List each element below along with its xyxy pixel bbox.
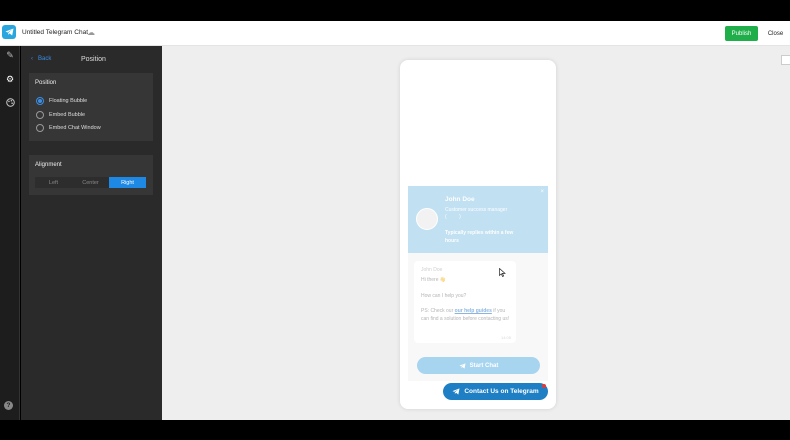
preview-canvas: John Doe Customer success manager ( ) Ty… bbox=[162, 46, 790, 420]
radio-label: Floating Bubble bbox=[49, 98, 88, 104]
publish-button[interactable]: Publish bbox=[725, 26, 758, 41]
left-rail: ✎ ⚙ ? bbox=[0, 46, 20, 420]
phone-preview: John Doe Customer success manager ( ) Ty… bbox=[400, 60, 556, 409]
agent-role-sub: ( ) bbox=[445, 214, 461, 220]
agent-role: Customer success manager bbox=[445, 207, 508, 213]
message-ps-prefix: PS: Check our bbox=[421, 308, 455, 314]
help-guides-link[interactable]: our help guides bbox=[455, 308, 492, 314]
contact-telegram-button[interactable]: Contact Us on Telegram bbox=[443, 383, 548, 400]
radio-embed-chat-window[interactable]: Embed Chat Window bbox=[36, 124, 101, 132]
radio-empty-icon[interactable] bbox=[36, 124, 44, 132]
telegram-logo-icon bbox=[2, 25, 16, 39]
start-chat-button[interactable]: Start Chat bbox=[417, 357, 540, 374]
align-center-button[interactable]: Center bbox=[72, 177, 109, 188]
start-chat-label: Start Chat bbox=[469, 362, 499, 369]
alignment-toggle-group: Left Center Right bbox=[35, 177, 146, 188]
back-link[interactable]: ‹ Back bbox=[31, 56, 51, 62]
reply-time: Typically replies within a few hours bbox=[445, 230, 514, 244]
radio-label: Embed Bubble bbox=[49, 112, 86, 118]
radio-floating-bubble[interactable]: Floating Bubble bbox=[36, 97, 87, 105]
align-right-button[interactable]: Right bbox=[109, 177, 146, 188]
top-bar: Untitled Telegram Chat ☁ Publish Close bbox=[0, 21, 790, 46]
agent-header: John Doe Customer success manager ( ) Ty… bbox=[408, 186, 548, 253]
radio-embed-bubble[interactable]: Embed Bubble bbox=[36, 111, 85, 119]
device-toggle-icon[interactable] bbox=[781, 55, 790, 65]
mouse-cursor-icon bbox=[499, 268, 506, 277]
message-help: How can I help you? bbox=[421, 293, 467, 299]
position-section-label: Position bbox=[35, 80, 57, 86]
alignment-section-label: Alignment bbox=[35, 162, 62, 168]
radio-label: Embed Chat Window bbox=[49, 125, 101, 131]
message-ps: PS: Check our our help guides if you can… bbox=[421, 308, 511, 323]
cloud-icon: ☁ bbox=[87, 28, 95, 37]
chat-widget-preview: John Doe Customer success manager ( ) Ty… bbox=[408, 186, 548, 381]
document-title: Untitled Telegram Chat bbox=[22, 29, 88, 36]
message-sender: John Doe bbox=[421, 267, 443, 273]
panel-title: Position bbox=[81, 56, 106, 63]
close-button[interactable]: Close bbox=[763, 26, 788, 41]
agent-name: John Doe bbox=[445, 196, 475, 203]
chevron-left-icon: ‹ bbox=[31, 56, 33, 62]
position-section: Position Floating Bubble Embed Bubble Em… bbox=[29, 73, 153, 141]
align-left-button[interactable]: Left bbox=[35, 177, 72, 188]
close-icon[interactable]: × bbox=[540, 189, 544, 195]
radio-selected-icon[interactable] bbox=[36, 97, 44, 105]
gear-icon[interactable]: ⚙ bbox=[0, 74, 20, 85]
back-label: Back bbox=[38, 56, 52, 62]
telegram-icon bbox=[452, 388, 460, 395]
send-icon bbox=[459, 362, 466, 369]
settings-panel: ‹ Back Position Position Floating Bubble… bbox=[21, 46, 162, 420]
alignment-section: Alignment Left Center Right bbox=[29, 155, 153, 195]
radio-empty-icon[interactable] bbox=[36, 111, 44, 119]
help-icon[interactable]: ? bbox=[4, 401, 13, 410]
pencil-icon[interactable]: ✎ bbox=[0, 50, 20, 61]
message-greeting: Hi there 👋 bbox=[421, 277, 447, 283]
message-time: 14:05 bbox=[500, 335, 511, 340]
notification-badge bbox=[542, 384, 546, 388]
avatar bbox=[416, 208, 438, 230]
contact-label: Contact Us on Telegram bbox=[464, 388, 539, 395]
palette-icon[interactable] bbox=[0, 98, 20, 109]
